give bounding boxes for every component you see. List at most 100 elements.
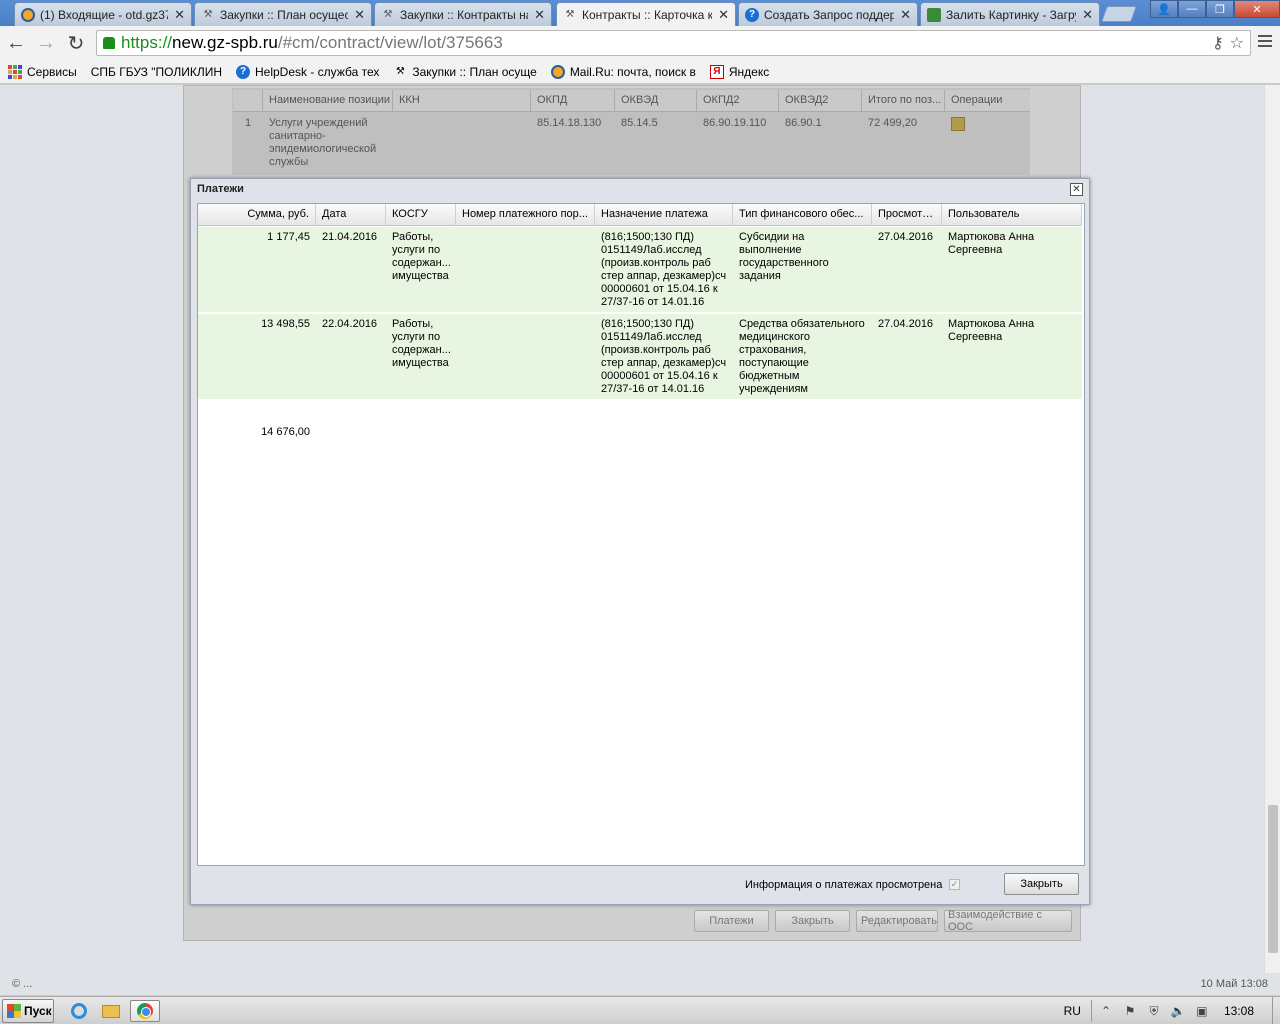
hammer-icon: ⚒ — [203, 9, 213, 20]
payment-date: 22.04.2016 — [322, 318, 378, 330]
bookmark-purchases-plan[interactable]: ⚒ Закупки :: План осуще — [393, 65, 537, 79]
column-header[interactable]: ОКПД — [531, 90, 615, 111]
window-controls: 👤 — ❐ ✕ — [1150, 0, 1280, 18]
start-label: Пуск — [24, 1004, 52, 1018]
chrome-menu-icon[interactable] — [1258, 35, 1272, 47]
column-header-sum[interactable]: Сумма, руб. — [198, 204, 316, 226]
clock[interactable]: 13:08 — [1224, 1004, 1254, 1018]
tab-contract-card[interactable]: ⚒ Контракты :: Карточка к ✕ — [556, 2, 736, 26]
column-header[interactable]: ОКВЭД2 — [779, 90, 862, 111]
bookmark-label: Яндекс — [728, 64, 770, 79]
url-scheme: https:// — [121, 33, 173, 52]
close-icon[interactable]: ✕ — [1070, 183, 1083, 196]
scroll-thumb[interactable] — [1268, 805, 1278, 953]
close-window-button[interactable]: ✕ — [1234, 0, 1280, 18]
bookmark-mailru[interactable]: Mail.Ru: почта, поиск в — [550, 64, 696, 79]
tab-inbox[interactable]: (1) Входящие - otd.gz37( ✕ — [14, 2, 192, 26]
column-header-user[interactable]: Пользователь — [942, 204, 1082, 226]
payment-purpose: (816;1500;130 ПД) 0151149Лаб.исслед (про… — [601, 318, 727, 395]
payments-dialog: Платежи ✕ Сумма, руб. Дата КОСГУ Номер п… — [190, 178, 1090, 905]
bookmark-label: Mail.Ru: почта, поиск в — [569, 64, 696, 79]
close-card-button[interactable]: Закрыть — [775, 910, 850, 932]
bookmark-label: Сервисы — [27, 64, 77, 79]
column-header-order-number[interactable]: Номер платежного пор... — [456, 204, 595, 226]
maximize-button[interactable]: ❐ — [1206, 0, 1234, 18]
show-hidden-icons-icon[interactable]: ⌃ — [1098, 1003, 1114, 1019]
column-header-kosgu[interactable]: КОСГУ — [386, 204, 456, 226]
row-number: 1 — [244, 117, 252, 129]
payment-fin-type: Средства обязательного медицинского стра… — [739, 318, 865, 395]
column-header[interactable]: Наименование позиции — [263, 90, 393, 111]
payment-order-number — [456, 314, 595, 322]
column-header-viewed[interactable]: Просмотр... — [872, 204, 942, 226]
okved2-value: 86.90.1 — [785, 117, 822, 129]
show-desktop-button[interactable] — [1272, 997, 1280, 1024]
column-header-purpose[interactable]: Назначение платежа — [595, 204, 733, 226]
column-header[interactable]: ККН — [393, 90, 531, 111]
tab-title: Контракты :: Карточка к — [582, 7, 713, 22]
close-icon[interactable]: ✕ — [900, 7, 911, 23]
page-scrollbar[interactable] — [1264, 85, 1280, 973]
internet-explorer-icon[interactable] — [64, 1000, 94, 1022]
close-icon[interactable]: ✕ — [174, 7, 185, 23]
security-icon[interactable]: ⛨ — [1146, 1003, 1162, 1019]
payment-purpose: (816;1500;130 ПД) 0151149Лаб.исслед (про… — [601, 231, 727, 308]
viewed-checkbox[interactable]: ✓ — [949, 879, 960, 890]
start-button[interactable]: Пуск — [2, 999, 54, 1023]
close-icon[interactable]: ✕ — [718, 7, 729, 23]
column-header[interactable]: ОКВЭД — [615, 90, 697, 111]
column-header[interactable]: Итого по поз... — [862, 90, 945, 111]
oos-interaction-button[interactable]: Взаимодействие с ООС — [944, 909, 1072, 933]
chrome-icon[interactable] — [130, 1000, 160, 1022]
column-header[interactable]: Операции — [945, 90, 1030, 111]
payment-sum: 1 177,45 — [267, 231, 310, 243]
tab-support-request[interactable]: ? Создать Запрос поддерж ✕ — [738, 2, 918, 26]
tab-title: Закупки :: Контракты на — [400, 7, 529, 22]
volume-icon[interactable]: 🔈 — [1170, 1003, 1186, 1019]
table-row[interactable]: 1 Услуги учреждений санитарно-эпидемиоло… — [233, 113, 1030, 173]
document-icon[interactable] — [951, 117, 965, 131]
forward-button[interactable]: → — [32, 29, 60, 57]
tab-purchases-contracts[interactable]: ⚒ Закупки :: Контракты на ✕ — [374, 2, 552, 26]
mail-icon — [21, 7, 35, 22]
file-explorer-icon[interactable] — [96, 1000, 126, 1022]
payment-date: 21.04.2016 — [322, 231, 378, 243]
bookmark-helpdesk[interactable]: ? HelpDesk - служба тех — [236, 64, 379, 79]
positions-table-header: Наименование позиции ККН ОКПД ОКВЭД ОКПД… — [233, 90, 1030, 112]
user-icon[interactable]: 👤 — [1150, 0, 1178, 18]
reload-button[interactable]: ↻ — [62, 29, 90, 57]
close-icon[interactable]: ✕ — [534, 7, 545, 23]
help-icon: ? — [236, 64, 250, 79]
table-row[interactable]: 13 498,55 22.04.2016 Работы, услуги по с… — [198, 314, 1082, 400]
language-indicator[interactable]: RU — [1064, 1004, 1081, 1018]
payment-user: Мартюкова Анна Сергеевна — [948, 318, 1035, 343]
column-header[interactable]: ОКПД2 — [697, 90, 779, 111]
column-header-date[interactable]: Дата — [316, 204, 386, 226]
browser-toolbar: ← → ↻ https:// new.gz-spb.ru /#cm/contra… — [0, 26, 1280, 60]
bookmark-services[interactable]: Сервисы — [8, 64, 77, 79]
payments-grid: Сумма, руб. Дата КОСГУ Номер платежного … — [197, 203, 1085, 866]
tab-image-upload[interactable]: Залить Картинку - Загру ✕ — [920, 2, 1100, 26]
table-row[interactable]: 1 177,45 21.04.2016 Работы, услуги по со… — [198, 227, 1082, 313]
close-icon[interactable]: ✕ — [1082, 7, 1093, 23]
network-icon[interactable]: ▣ — [1194, 1003, 1210, 1019]
image-icon — [927, 7, 941, 22]
address-bar[interactable]: https:// new.gz-spb.ru /#cm/contract/vie… — [96, 30, 1251, 56]
payment-sum: 13 498,55 — [261, 318, 310, 330]
bookmark-polyclinic[interactable]: СПБ ГБУЗ "ПОЛИКЛИН — [0, 65, 222, 159]
tab-purchases-plan[interactable]: ⚒ Закупки :: План осущест ✕ — [194, 2, 372, 26]
close-icon[interactable]: ✕ — [354, 7, 365, 23]
key-icon[interactable]: ⚷ — [1212, 33, 1224, 53]
star-icon[interactable]: ☆ — [1230, 33, 1244, 53]
bookmark-yandex[interactable]: Я Яндекс — [709, 64, 770, 79]
payments-button[interactable]: Платежи — [694, 910, 769, 932]
minimize-button[interactable]: — — [1178, 0, 1206, 18]
flag-icon[interactable]: ⚑ — [1122, 1003, 1138, 1019]
okpd-value: 85.14.18.130 — [537, 117, 602, 129]
close-button[interactable]: Закрыть — [1004, 873, 1079, 895]
back-button[interactable]: ← — [2, 29, 30, 57]
new-tab-button[interactable] — [1101, 6, 1137, 22]
hammer-icon: ⚒ — [565, 9, 575, 20]
edit-button[interactable]: Редактировать — [856, 910, 938, 932]
column-header-fin-type[interactable]: Тип финансового обес... — [733, 204, 872, 226]
